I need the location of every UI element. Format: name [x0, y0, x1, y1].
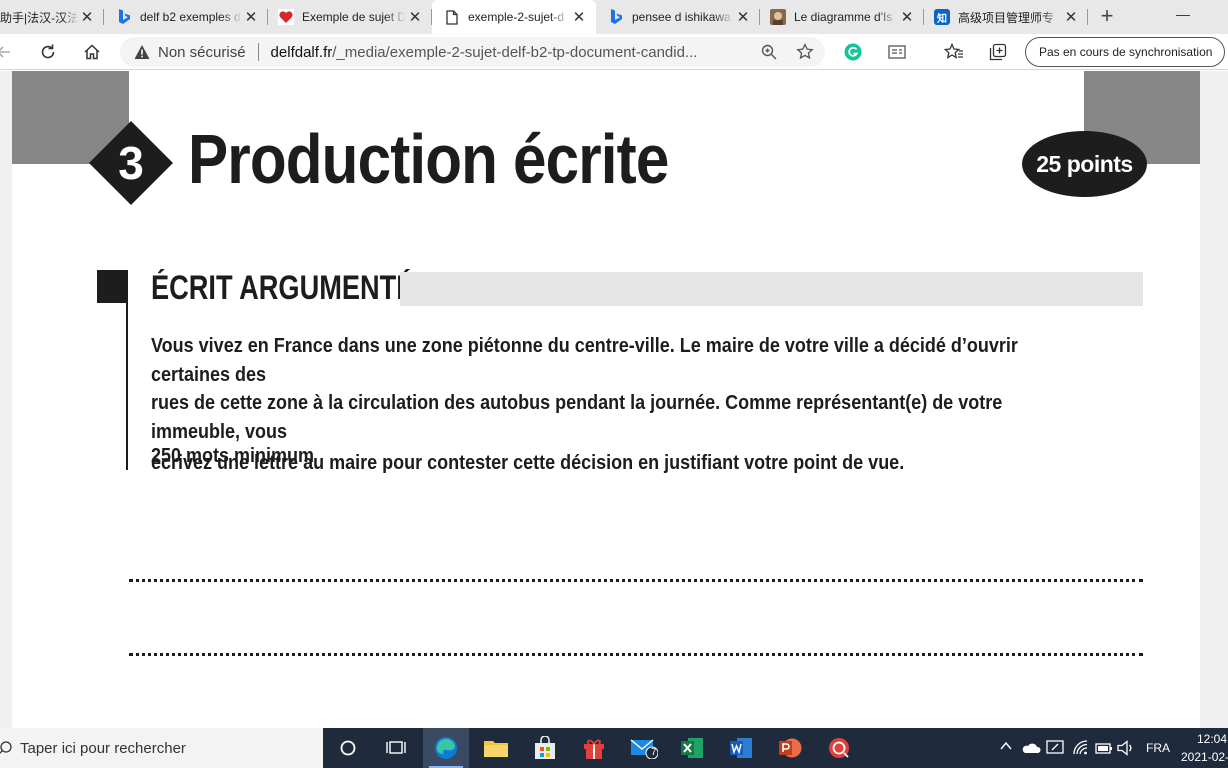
sync-button[interactable]: Pas en cours de synchronisation — [1025, 37, 1225, 67]
prompt-line: rues de cette zone à la circulation des … — [151, 392, 1003, 443]
volume-icon[interactable] — [1117, 740, 1135, 761]
cortana-icon[interactable] — [325, 728, 371, 768]
windows-taskbar: Taper ici pour rechercher 7 FRA 12:04 20… — [0, 728, 1228, 768]
bing-icon — [608, 9, 624, 25]
subsection-title: ÉCRIT ARGUMENTÉ — [151, 269, 415, 307]
wifi-icon[interactable] — [1072, 740, 1090, 761]
address-bar[interactable]: Non sécurisé delfdalf.fr /_media/exemple… — [120, 37, 825, 67]
add-favorite-icon[interactable] — [796, 42, 814, 65]
taskbar-search[interactable]: Taper ici pour rechercher — [0, 728, 323, 768]
close-icon[interactable]: ✕ — [570, 8, 588, 26]
reader-view-icon[interactable] — [885, 40, 909, 64]
collections-icon[interactable] — [986, 40, 1010, 64]
heart-icon — [278, 9, 294, 25]
word-count-requirement: 250 mots minimum — [151, 445, 315, 467]
favorites-icon[interactable] — [942, 40, 966, 64]
close-icon[interactable]: ✕ — [898, 8, 916, 26]
search-placeholder: Taper ici pour rechercher — [20, 739, 186, 757]
tab-1-title: 助手|法汉-汉法 — [0, 10, 78, 25]
tab-1[interactable]: 助手|法汉-汉法 ✕ — [0, 0, 104, 34]
task-view-icon[interactable] — [373, 728, 419, 768]
tab-strip: 助手|法汉-汉法 ✕ delf b2 exemples d ✕ Exemple … — [0, 0, 1228, 34]
mail-badge: 7 — [651, 747, 657, 758]
points-badge: 25 points — [1022, 131, 1147, 197]
tab-5-title: pensee d ishikawa — [632, 10, 731, 24]
answer-line — [129, 579, 1143, 582]
excel-icon[interactable] — [669, 728, 715, 768]
tab-6[interactable]: Le diagramme d'Is ✕ — [760, 0, 924, 34]
zoom-icon[interactable] — [760, 43, 778, 65]
search-icon — [0, 741, 12, 754]
tray-chevron-icon[interactable] — [999, 739, 1013, 758]
close-icon[interactable]: ✕ — [242, 8, 260, 26]
minimize-icon[interactable]: — — [1176, 6, 1190, 22]
tab-5[interactable]: pensee d ishikawa ✕ — [596, 0, 760, 34]
section-number: 3 — [118, 137, 144, 189]
battery-icon[interactable] — [1095, 741, 1113, 760]
recorder-app-icon[interactable] — [816, 728, 862, 768]
close-icon[interactable]: ✕ — [734, 8, 752, 26]
subsection-marker — [97, 270, 128, 303]
answer-line — [129, 653, 1143, 656]
edge-taskbar-icon[interactable] — [423, 728, 469, 768]
section-title: Production écrite — [188, 120, 669, 198]
subsection-rule — [126, 300, 128, 470]
store-icon[interactable] — [522, 728, 568, 768]
url-host: delfdalf.fr — [270, 43, 333, 61]
pdf-viewer[interactable]: 3 Production écrite 25 points ÉCRIT ARGU… — [0, 71, 1228, 728]
clock-date[interactable]: 2021-02- — [1181, 750, 1228, 764]
input-language[interactable]: FRA — [1146, 741, 1170, 755]
url-path: /_media/exemple-2-sujet-delf-b2-tp-docum… — [332, 43, 698, 61]
omnibox-divider — [257, 43, 259, 61]
tab-3-title: Exemple de sujet D — [302, 10, 406, 24]
photo-icon — [770, 9, 786, 25]
file-explorer-icon[interactable] — [473, 728, 519, 768]
subsection-bar — [400, 272, 1143, 306]
bing-icon — [116, 9, 132, 25]
clock-time[interactable]: 12:04 — [1197, 732, 1227, 746]
warning-icon — [134, 45, 150, 59]
document-icon — [444, 9, 460, 25]
close-icon[interactable]: ✕ — [78, 8, 96, 26]
tab-3[interactable]: Exemple de sujet D ✕ — [268, 0, 432, 34]
tab-7[interactable]: 知 高级项目管理师专 ✕ — [924, 0, 1088, 34]
tab-7-title: 高级项目管理师专 — [958, 10, 1055, 25]
tab-4-title: exemple-2-sujet-d — [468, 10, 565, 24]
tab-2[interactable]: delf b2 exemples d ✕ — [104, 0, 268, 34]
security-status[interactable]: Non sécurisé — [158, 44, 246, 61]
mail-icon[interactable]: 7 — [621, 728, 667, 768]
browser-toolbar: Non sécurisé delfdalf.fr /_media/exemple… — [0, 34, 1228, 70]
new-tab-button[interactable]: + — [1095, 4, 1119, 28]
zhihu-icon: 知 — [934, 9, 950, 25]
refresh-icon[interactable] — [36, 40, 60, 64]
close-icon[interactable]: ✕ — [1062, 8, 1080, 26]
onedrive-icon[interactable] — [1021, 741, 1041, 759]
grammarly-icon[interactable] — [841, 40, 865, 64]
powerpoint-icon[interactable] — [767, 728, 813, 768]
close-icon[interactable]: ✕ — [406, 8, 424, 26]
back-icon[interactable] — [0, 40, 16, 64]
pen-tablet-icon[interactable] — [1046, 739, 1064, 760]
tab-2-title: delf b2 exemples d — [140, 10, 241, 24]
tab-6-title: Le diagramme d'Is — [794, 10, 893, 24]
gift-app-icon[interactable] — [571, 728, 617, 768]
word-icon[interactable] — [718, 728, 764, 768]
tab-4[interactable]: exemple-2-sujet-d ✕ — [432, 0, 596, 34]
home-icon[interactable] — [80, 40, 104, 64]
prompt-line: Vous vivez en France dans une zone piéto… — [151, 335, 1018, 386]
